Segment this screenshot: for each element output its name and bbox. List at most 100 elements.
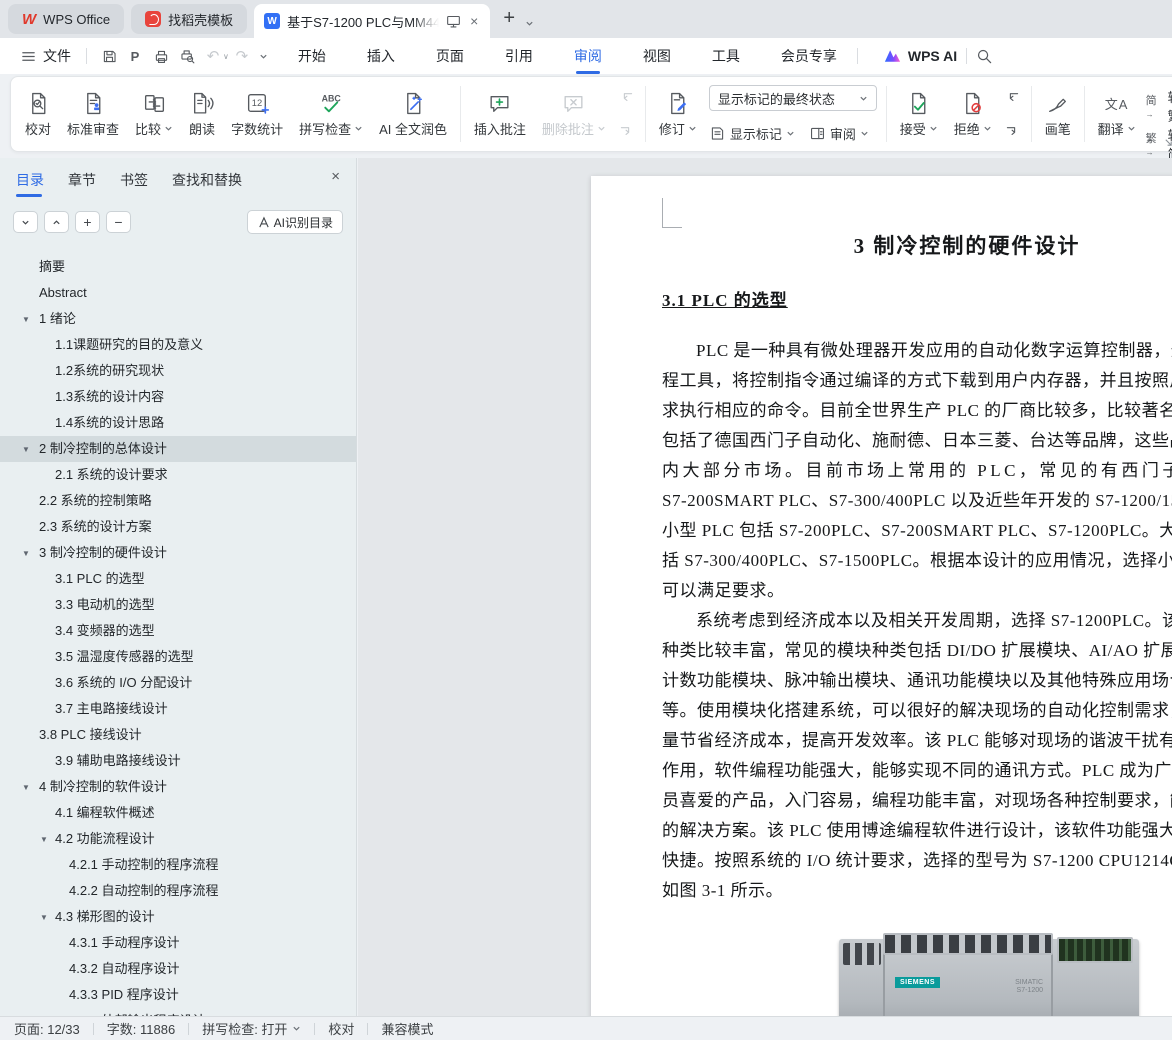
save-button[interactable] <box>96 44 122 68</box>
chevron-down-icon <box>860 96 867 101</box>
zoom-out-outline-button[interactable]: − <box>106 211 131 233</box>
undo-button[interactable]: ↶ <box>200 44 226 68</box>
menu-tab[interactable]: 工具 <box>710 38 742 74</box>
expand-arrow-icon[interactable]: ▼ <box>40 905 48 931</box>
outline-item[interactable]: ▼ 1 绪论 <box>0 306 356 332</box>
read-aloud-button[interactable]: 朗读 <box>181 82 223 146</box>
outline-item[interactable]: 2.2 系统的控制策略 <box>0 488 356 514</box>
file-menu-button[interactable]: 文件 <box>14 42 77 70</box>
revision-button[interactable]: 修订 <box>651 82 705 146</box>
expand-all-button[interactable] <box>44 211 69 233</box>
sidebar-tab-bookmarks[interactable]: 书签 <box>120 170 148 190</box>
print-button[interactable] <box>148 44 174 68</box>
export-pdf-button[interactable]: P <box>122 44 148 68</box>
expand-arrow-icon[interactable]: ▼ <box>22 775 30 801</box>
close-sidebar-icon[interactable]: × <box>331 168 340 185</box>
next-comment-button[interactable] <box>616 120 638 142</box>
ai-recognize-toc-button[interactable]: AI识别目录 <box>246 210 343 234</box>
word-count-button[interactable]: 12 字数统计 <box>223 82 291 146</box>
tab-list-chevron-icon[interactable] <box>525 19 534 28</box>
outline-item[interactable]: 3.1 PLC 的选型 <box>0 566 356 592</box>
outline-item[interactable]: 1.3系统的设计内容 <box>0 384 356 410</box>
print-preview-button[interactable] <box>174 44 200 68</box>
outline-item[interactable]: 3.6 系统的 I/O 分配设计 <box>0 670 356 696</box>
outline-item[interactable]: 2.1 系统的设计要求 <box>0 462 356 488</box>
outline-item[interactable]: 1.1课题研究的目的及意义 <box>0 332 356 358</box>
outline-item[interactable]: ▼ 4.2 功能流程设计 <box>0 826 356 852</box>
ai-polish-button[interactable]: AI 全文润色 <box>371 82 455 146</box>
outline-item[interactable]: 3.3 电动机的选型 <box>0 592 356 618</box>
outline-item[interactable]: 3.5 温湿度传感器的选型 <box>0 644 356 670</box>
outline-item[interactable]: 3.8 PLC 接线设计 <box>0 722 356 748</box>
outline-item[interactable]: 4.3.4 外部输出程序设计 <box>0 1008 356 1016</box>
share-screen-icon[interactable] <box>446 14 461 29</box>
spell-check-status[interactable]: 拼写检查: 打开 <box>202 1019 301 1038</box>
outline-item[interactable]: 3.9 辅助电路接线设计 <box>0 748 356 774</box>
standard-review-button[interactable]: 标准审查 <box>59 82 127 146</box>
outline-item[interactable]: 1.2系统的研究现状 <box>0 358 356 384</box>
menu-tab[interactable]: 视图 <box>641 38 673 74</box>
sidebar-tab-find-replace[interactable]: 查找和替换 <box>172 170 242 190</box>
spell-check-button[interactable]: ABC 拼写检查 <box>291 82 371 146</box>
tab-docer-templates[interactable]: 找稻壳模板 <box>131 4 248 34</box>
outline-item[interactable]: 1.4系统的设计思路 <box>0 410 356 436</box>
new-tab-button[interactable]: + <box>503 7 515 30</box>
tab-document-active[interactable]: W 基于S7-1200 PLC与MM440 × <box>254 4 491 38</box>
outline-item[interactable]: ▼ 2 制冷控制的总体设计 <box>0 436 356 462</box>
markup-state-dropdown[interactable]: 显示标记的最终状态 <box>708 85 877 111</box>
sidebar-tab-contents[interactable]: 目录 <box>16 170 44 197</box>
expand-arrow-icon[interactable]: ▼ <box>22 437 30 463</box>
insert-comment-button[interactable]: 插入批注 <box>466 82 534 146</box>
review-pane-button[interactable]: 审阅 <box>809 124 869 143</box>
menu-tab[interactable]: 会员专享 <box>779 38 839 74</box>
close-tab-icon[interactable]: × <box>468 13 480 29</box>
quickbar-chevron-icon[interactable] <box>259 52 268 61</box>
proofread-button[interactable]: 校对 <box>17 82 59 146</box>
search-icon[interactable] <box>976 48 993 65</box>
previous-revision-button[interactable] <box>1002 86 1024 108</box>
outline-item[interactable]: 4.1 编程软件概述 <box>0 800 356 826</box>
outline-item[interactable]: 4.3.3 PID 程序设计 <box>0 982 356 1008</box>
show-markup-button[interactable]: 显示标记 <box>709 124 795 143</box>
revision-icon <box>671 92 687 114</box>
outline-item[interactable]: 4.3.2 自动程序设计 <box>0 956 356 982</box>
outline-item[interactable]: 4.2.1 手动控制的程序流程 <box>0 852 356 878</box>
expand-arrow-icon[interactable]: ▼ <box>22 307 30 333</box>
draw-pen-button[interactable]: 画笔 <box>1037 82 1079 146</box>
translate-button[interactable]: 文A 翻译 <box>1090 82 1144 146</box>
outline-item[interactable]: 摘要 <box>0 254 356 280</box>
group-divider <box>460 86 461 142</box>
outline-item[interactable]: ▼ 3 制冷控制的硬件设计 <box>0 540 356 566</box>
wps-ai-button[interactable]: WPS AI <box>883 48 957 64</box>
zoom-in-outline-button[interactable]: + <box>75 211 100 233</box>
outline-item[interactable]: 2.3 系统的设计方案 <box>0 514 356 540</box>
sidebar-tab-chapters[interactable]: 章节 <box>68 170 96 190</box>
proofread-status[interactable]: 校对 <box>328 1019 354 1038</box>
menu-tab[interactable]: 引用 <box>503 38 535 74</box>
collapse-all-button[interactable] <box>13 211 38 233</box>
menu-tab[interactable]: 审阅 <box>572 38 604 74</box>
outline-item[interactable]: Abstract <box>0 280 356 306</box>
menu-tab[interactable]: 开始 <box>296 38 328 74</box>
outline-item[interactable]: 3.4 变频器的选型 <box>0 618 356 644</box>
accept-revision-button[interactable]: 接受 <box>892 82 946 146</box>
previous-comment-button[interactable] <box>616 86 638 108</box>
redo-button[interactable]: ↷ <box>229 44 255 68</box>
tab-wps-office-home[interactable]: W WPS Office <box>8 4 125 34</box>
next-revision-button[interactable] <box>1002 120 1024 142</box>
outline-item[interactable]: 4.2.2 自动控制的程序流程 <box>0 878 356 904</box>
menu-tab[interactable]: 页面 <box>434 38 466 74</box>
outline-item[interactable]: ▼ 4.3 梯形图的设计 <box>0 904 356 930</box>
reject-revision-button[interactable]: 拒绝 <box>946 82 1000 146</box>
outline-item[interactable]: ▼ 4 制冷控制的软件设计 <box>0 774 356 800</box>
menu-tab[interactable]: 插入 <box>365 38 397 74</box>
document-page[interactable]: 3 制冷控制的硬件设计 3.1 PLC 的选型 PLC 是一种具有微处理器开发应… <box>591 176 1172 1016</box>
dialog-launcher-icon[interactable] <box>1164 138 1172 147</box>
outline-item[interactable]: 3.7 主电路接线设计 <box>0 696 356 722</box>
expand-arrow-icon[interactable]: ▼ <box>22 541 30 567</box>
outline-item[interactable]: 4.3.1 手动程序设计 <box>0 930 356 956</box>
convert-to-traditional-button[interactable]: 简→ 转繁 <box>1146 87 1172 125</box>
compare-button[interactable]: 比较 <box>127 82 181 146</box>
delete-comment-button[interactable]: 删除批注 <box>534 82 614 146</box>
expand-arrow-icon[interactable]: ▼ <box>40 827 48 853</box>
